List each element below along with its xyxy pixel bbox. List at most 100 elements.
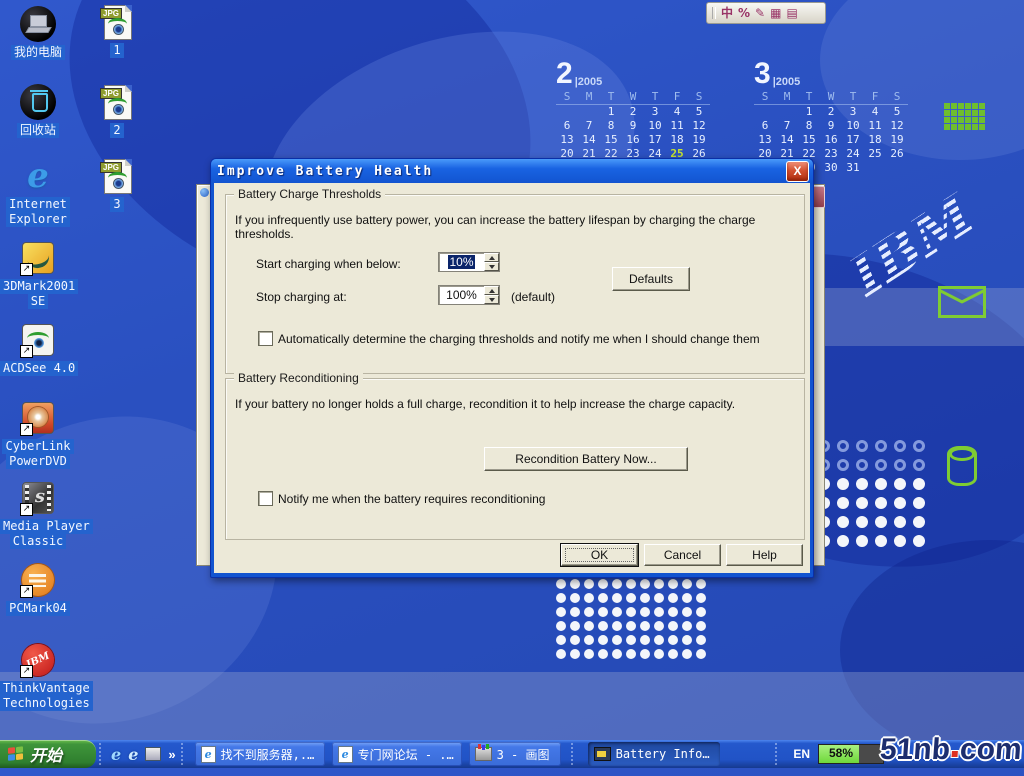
help-button[interactable]: Help bbox=[726, 544, 803, 566]
ime-keyboard-icon[interactable]: ▦ bbox=[770, 4, 781, 22]
close-icon[interactable]: X bbox=[786, 161, 809, 182]
spin-up-icon[interactable] bbox=[484, 253, 499, 262]
grid-cell bbox=[979, 103, 985, 109]
desktop-icon-jpg-file-2[interactable]: JPG2 bbox=[79, 84, 155, 138]
dot bbox=[696, 593, 706, 603]
dot bbox=[626, 593, 636, 603]
defaults-button[interactable]: Defaults bbox=[612, 267, 690, 291]
windows-logo-icon bbox=[8, 746, 25, 763]
dot bbox=[598, 579, 608, 589]
calendar-day-header: F bbox=[666, 90, 688, 105]
desktop-icon-cyberlink-powerdvd[interactable]: ↗CyberLinkPowerDVD bbox=[0, 400, 76, 469]
stop-charging-value[interactable]: 100% bbox=[439, 286, 484, 304]
ime-grip[interactable] bbox=[712, 7, 716, 19]
calendar-date: 4 bbox=[666, 105, 688, 119]
dot bbox=[612, 635, 622, 645]
dot bbox=[654, 649, 664, 659]
calendar-year: |2005 bbox=[773, 76, 801, 88]
start-label: 开始 bbox=[30, 742, 68, 766]
show-desktop-icon[interactable] bbox=[145, 747, 161, 761]
spin-down-icon[interactable] bbox=[484, 262, 499, 271]
desktop-icon-media-player-classic[interactable]: s↗Media PlayerClassic bbox=[0, 480, 76, 549]
watermark-dot bbox=[952, 751, 958, 757]
recycle-icon bbox=[20, 84, 56, 120]
desktop-icon-thinkvantage-technologies[interactable]: IBM↗ThinkVantageTechnologies bbox=[0, 642, 76, 711]
ime-fullwidth-icon[interactable]: % bbox=[738, 4, 750, 22]
dot bbox=[626, 635, 636, 645]
notify-reconditioning-checkbox[interactable] bbox=[258, 491, 273, 506]
spin-up-icon[interactable] bbox=[484, 286, 499, 295]
quick-launch-ie2-icon[interactable]: e bbox=[128, 745, 138, 764]
dot bbox=[856, 497, 868, 509]
ime-chinese-mode-icon[interactable]: 中 bbox=[721, 4, 733, 22]
battery-gauge[interactable]: 58% bbox=[818, 744, 884, 764]
ime-pen-icon[interactable]: ✎ bbox=[755, 4, 765, 22]
dot bbox=[654, 607, 664, 617]
calendar-month-header: 2|2005 bbox=[556, 54, 710, 90]
calendar-day-header: W bbox=[622, 90, 644, 105]
pcmark-icon: ↗ bbox=[20, 562, 56, 598]
dot bbox=[682, 579, 692, 589]
calendar-day-header: M bbox=[776, 90, 798, 105]
language-indicator[interactable]: EN bbox=[793, 747, 810, 761]
taskbar-task-3[interactable]: Battery Infor... bbox=[588, 742, 720, 766]
dot bbox=[626, 621, 636, 631]
dot bbox=[913, 497, 925, 509]
dot bbox=[570, 579, 580, 589]
desktop-icon-my-computer[interactable]: 我的电脑 bbox=[0, 6, 76, 60]
desktop-icon-label: InternetExplorer bbox=[0, 197, 76, 227]
dot bbox=[556, 593, 566, 603]
stop-charging-spinner[interactable]: 100% bbox=[438, 285, 500, 305]
desktop-icon-3dmark2001-se[interactable]: ↗3DMark2001SE bbox=[0, 240, 76, 309]
calendar-day-header: T bbox=[644, 90, 666, 105]
improve-battery-health-dialog: Improve Battery Health X Battery Charge … bbox=[210, 158, 814, 578]
start-charging-label: Start charging when below: bbox=[256, 257, 401, 271]
recondition-battery-button[interactable]: Recondition Battery Now... bbox=[484, 447, 688, 471]
desktop-icon-acdsee-40[interactable]: ↗ACDSee 4.0 bbox=[0, 322, 76, 376]
desktop-icon-label-line: ThinkVantage bbox=[0, 681, 93, 696]
dot bbox=[612, 593, 622, 603]
desktop-icon-label-line: Explorer bbox=[6, 212, 70, 227]
desktop-icon-internet-explorer[interactable]: eInternetExplorer bbox=[0, 158, 76, 227]
auto-thresholds-checkbox-label: Automatically determine the charging thr… bbox=[278, 332, 760, 346]
default-suffix-label: (default) bbox=[511, 290, 555, 304]
calendar-date: 16 bbox=[622, 133, 644, 147]
chevron-icon[interactable]: » bbox=[168, 747, 175, 762]
jpg-icon: JPG bbox=[99, 158, 135, 194]
calendar-date: 8 bbox=[600, 119, 622, 133]
grid-cell bbox=[979, 117, 985, 123]
spin-down-icon[interactable] bbox=[484, 295, 499, 304]
group-description: If you infrequently use battery power, y… bbox=[235, 213, 795, 241]
ok-button[interactable]: OK bbox=[561, 544, 638, 566]
ime-language-bar[interactable]: 中% ✎ ▦ ▤ bbox=[706, 2, 826, 24]
calendar-date: 9 bbox=[820, 119, 842, 133]
start-charging-spinner[interactable]: 10% bbox=[438, 252, 500, 272]
grid-cell bbox=[979, 110, 985, 116]
dot bbox=[556, 621, 566, 631]
taskbar-task-1[interactable]: e专门网论坛 - ... bbox=[332, 742, 462, 766]
desktop-icon-recycle-bin[interactable]: 回收站 bbox=[0, 84, 76, 138]
grid-cell bbox=[979, 124, 985, 130]
start-button[interactable]: 开始 bbox=[0, 740, 96, 768]
calendar-day-header: S bbox=[886, 90, 908, 105]
dot bbox=[696, 621, 706, 631]
taskbar-task-0[interactable]: e找不到服务器,... bbox=[195, 742, 325, 766]
taskbar-task-2[interactable]: 3 - 画图 bbox=[469, 742, 561, 766]
shortcut-arrow-icon: ↗ bbox=[20, 585, 33, 598]
dot bbox=[612, 579, 622, 589]
shortcut-arrow-icon: ↗ bbox=[20, 423, 33, 436]
dialog-titlebar[interactable]: Improve Battery Health X bbox=[211, 159, 813, 183]
desktop-icon-jpg-file-3[interactable]: JPG3 bbox=[79, 158, 155, 212]
calendar-year: |2005 bbox=[575, 76, 603, 88]
calendar-date: 19 bbox=[688, 133, 710, 147]
powerdvd-icon: ↗ bbox=[20, 400, 56, 436]
taskbar-task-label: 3 - 画图 bbox=[497, 746, 550, 763]
ime-menu-icon[interactable]: ▤ bbox=[786, 4, 797, 22]
desktop-icon-pcmark04[interactable]: ↗PCMark04 bbox=[0, 562, 76, 616]
cancel-button[interactable]: Cancel bbox=[644, 544, 721, 566]
start-charging-value[interactable]: 10% bbox=[439, 253, 484, 271]
auto-thresholds-checkbox[interactable] bbox=[258, 331, 273, 346]
desktop-icon-jpg-file-1[interactable]: JPG1 bbox=[79, 4, 155, 58]
grid-cell bbox=[965, 103, 971, 109]
quick-launch-ie-icon[interactable]: e bbox=[111, 745, 121, 764]
